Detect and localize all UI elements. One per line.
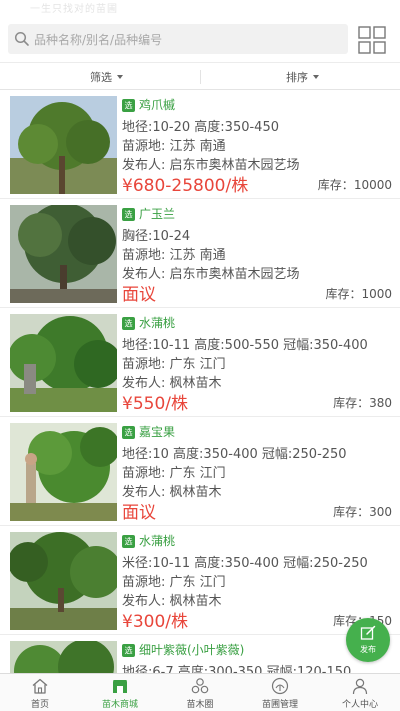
publish-button[interactable]: 发布 <box>346 618 390 662</box>
sort-button[interactable]: 排序 <box>286 69 319 85</box>
tab-label: 苗木圈 <box>186 700 214 710</box>
product-item[interactable]: 选水蒲桃 米径:10-11 高度:350-400 冠幅:250-250 苗源地:… <box>0 526 400 635</box>
product-origin: 苗源地: 广东 江门 <box>122 357 226 372</box>
grid-view-icon[interactable] <box>357 25 387 55</box>
product-spec: 地径:6-7 高度:300-350 冠幅:120-150 <box>122 665 352 673</box>
sort-label: 排序 <box>286 71 308 84</box>
product-spec: 地径:10-20 高度:350-450 <box>122 120 279 135</box>
product-list: 选鸡爪槭 地径:10-20 高度:350-450 苗源地: 江苏 南通 发布人:… <box>0 90 400 673</box>
nursery-icon <box>271 677 289 695</box>
product-item[interactable]: 选嘉宝果 地径:10 高度:350-400 冠幅:250-250 苗源地: 广东… <box>0 417 400 526</box>
bottom-tab-bar: 首页 苗木商城 苗木圈 苗圃管理 个人中心 <box>0 673 400 711</box>
edit-icon <box>360 625 376 640</box>
product-item[interactable]: 选鸡爪槭 地径:10-20 高度:350-450 苗源地: 江苏 南通 发布人:… <box>0 90 400 199</box>
product-stock: 库存：300 <box>333 505 392 519</box>
product-name: 选嘉宝果 <box>122 423 175 440</box>
tab-profile[interactable]: 个人中心 <box>320 674 400 711</box>
search-row: 品种名称/别名/品种编号 <box>0 16 400 62</box>
product-origin: 苗源地: 广东 江门 <box>122 466 226 481</box>
tab-circle[interactable]: 苗木圈 <box>160 674 240 711</box>
product-origin: 苗源地: 江苏 南通 <box>122 248 226 263</box>
product-thumbnail <box>10 641 117 673</box>
person-icon <box>352 678 368 695</box>
filter-bar: 筛选 排序 <box>0 62 400 90</box>
search-input[interactable]: 品种名称/别名/品种编号 <box>8 24 348 54</box>
product-name: 选广玉兰 <box>122 205 175 222</box>
chevron-down-icon <box>117 75 123 79</box>
product-spec: 地径:10 高度:350-400 冠幅:250-250 <box>122 447 347 462</box>
product-stock: 库存：380 <box>333 396 392 410</box>
search-placeholder: 品种名称/别名/品种编号 <box>34 33 163 47</box>
product-name: 选鸡爪槭 <box>122 96 175 113</box>
product-spec: 米径:10-11 高度:350-400 冠幅:250-250 <box>122 556 368 571</box>
product-item[interactable]: 选细叶紫薇(小叶紫薇) 地径:6-7 高度:300-350 冠幅:120-150 <box>0 635 400 673</box>
tab-label: 首页 <box>30 700 49 710</box>
product-price: 面议 <box>122 285 156 305</box>
shop-icon <box>113 680 127 693</box>
status-bar: 一生只找对的苗圃 <box>0 0 400 16</box>
product-name: 选细叶紫薇(小叶紫薇) <box>122 641 244 658</box>
status-ghost-text: 一生只找对的苗圃 <box>30 4 118 15</box>
tab-shop[interactable]: 苗木商城 <box>80 674 160 711</box>
tab-label: 苗木商城 <box>101 700 138 710</box>
selected-tag-icon: 选 <box>122 535 135 548</box>
product-thumbnail <box>10 314 117 412</box>
product-price: ¥550/株 <box>122 394 188 414</box>
tab-label: 苗圃管理 <box>261 700 298 710</box>
circle-icon <box>191 678 209 694</box>
product-thumbnail <box>10 96 117 194</box>
product-name: 选水蒲桃 <box>122 532 175 549</box>
home-icon <box>32 678 48 694</box>
selected-tag-icon: 选 <box>122 426 135 439</box>
tab-home[interactable]: 首页 <box>0 674 80 711</box>
filter-label: 筛选 <box>90 71 112 84</box>
selected-tag-icon: 选 <box>122 99 135 112</box>
product-stock: 库存：10000 <box>317 178 392 192</box>
product-item[interactable]: 选水蒲桃 地径:10-11 高度:500-550 冠幅:350-400 苗源地:… <box>0 308 400 417</box>
divider <box>200 70 201 84</box>
product-price: ¥680-25800/株 <box>122 176 249 196</box>
product-stock: 库存：1000 <box>325 287 392 301</box>
product-price: 面议 <box>122 503 156 523</box>
product-price: ¥300/株 <box>122 612 188 632</box>
product-thumbnail <box>10 205 117 303</box>
product-item[interactable]: 选广玉兰 胸径:10-24 苗源地: 江苏 南通 发布人: 启东市奥林苗木园艺场… <box>0 199 400 308</box>
chevron-down-icon <box>313 75 319 79</box>
product-name: 选水蒲桃 <box>122 314 175 331</box>
product-thumbnail <box>10 423 117 521</box>
selected-tag-icon: 选 <box>122 644 135 657</box>
selected-tag-icon: 选 <box>122 208 135 221</box>
publish-label: 发布 <box>360 645 376 654</box>
product-origin: 苗源地: 江苏 南通 <box>122 139 226 154</box>
tab-nursery[interactable]: 苗圃管理 <box>240 674 320 711</box>
selected-tag-icon: 选 <box>122 317 135 330</box>
product-origin: 苗源地: 广东 江门 <box>122 575 226 590</box>
product-spec: 地径:10-11 高度:500-550 冠幅:350-400 <box>122 338 368 353</box>
product-spec: 胸径:10-24 <box>122 229 191 244</box>
product-thumbnail <box>10 532 117 630</box>
search-icon <box>14 31 29 46</box>
filter-button[interactable]: 筛选 <box>90 69 123 85</box>
tab-label: 个人中心 <box>341 700 378 710</box>
